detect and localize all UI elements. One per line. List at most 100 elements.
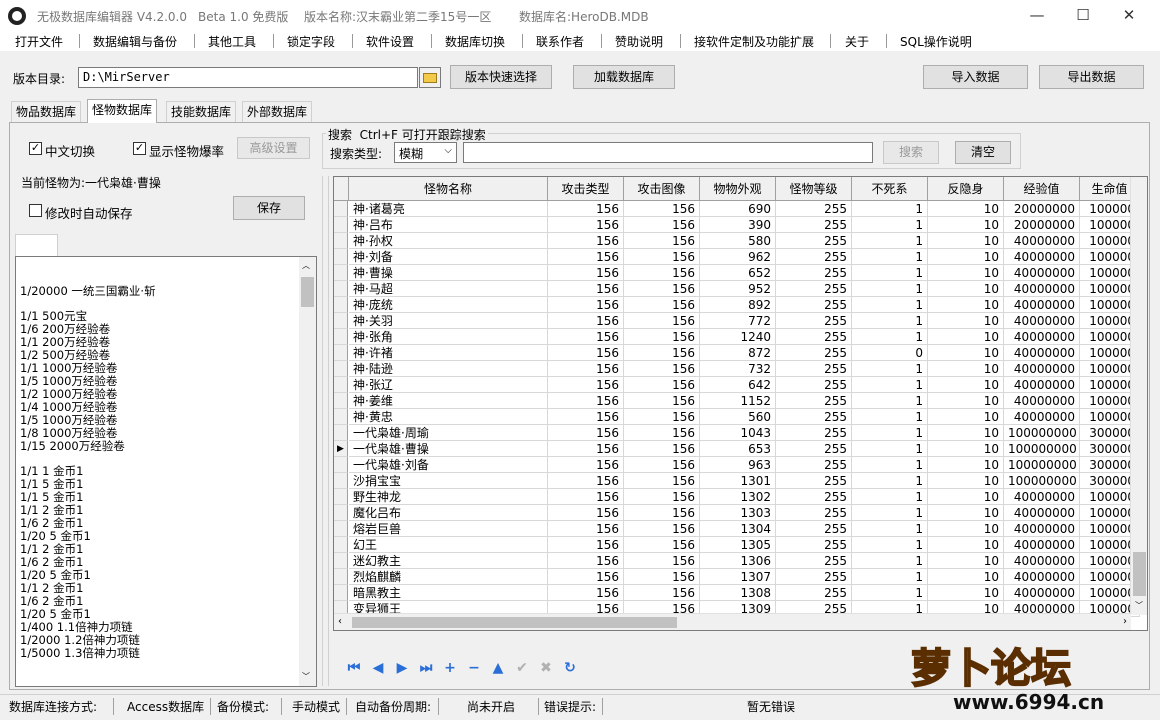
table-cell[interactable]: 156 bbox=[548, 473, 624, 489]
table-cell[interactable]: 1 bbox=[852, 409, 928, 425]
table-cell[interactable]: 156 bbox=[548, 345, 624, 361]
menu-db-switch[interactable]: 数据库切换 bbox=[445, 33, 505, 50]
table-cell[interactable]: 156 bbox=[548, 457, 624, 473]
table-cell[interactable]: 10 bbox=[928, 473, 1004, 489]
table-cell[interactable]: 40000000 bbox=[1004, 505, 1080, 521]
table-cell[interactable]: 1 bbox=[852, 297, 928, 313]
table-cell[interactable]: 255 bbox=[776, 217, 852, 233]
table-cell[interactable]: 255 bbox=[776, 553, 852, 569]
table-cell[interactable]: 20000000 bbox=[1004, 201, 1080, 217]
table-cell[interactable]: 神·曹操 bbox=[349, 265, 548, 281]
import-data-button[interactable]: 导入数据 bbox=[923, 65, 1028, 89]
table-cell[interactable]: 40000000 bbox=[1004, 297, 1080, 313]
autosave-checkbox[interactable] bbox=[29, 204, 42, 217]
table-cell[interactable]: 156 bbox=[548, 313, 624, 329]
table-cell[interactable]: 10 bbox=[928, 345, 1004, 361]
table-cell[interactable]: 255 bbox=[776, 441, 852, 457]
table-cell[interactable]: 神·刘备 bbox=[349, 249, 548, 265]
row-indicator[interactable] bbox=[334, 489, 348, 505]
table-cell[interactable]: 690 bbox=[700, 201, 776, 217]
table-cell[interactable]: 神·姜维 bbox=[349, 393, 548, 409]
table-cell[interactable]: 156 bbox=[624, 249, 700, 265]
scroll-up-icon[interactable]: ︿ bbox=[302, 260, 310, 271]
table-cell[interactable]: 1 bbox=[852, 249, 928, 265]
table-cell[interactable]: 10 bbox=[928, 233, 1004, 249]
table-cell[interactable]: 1305 bbox=[700, 537, 776, 553]
table-cell[interactable]: 1 bbox=[852, 425, 928, 441]
table-cell[interactable]: 1 bbox=[852, 217, 928, 233]
table-cell[interactable]: 1 bbox=[852, 521, 928, 537]
drop-list-tab[interactable] bbox=[15, 234, 58, 256]
table-cell[interactable]: 10 bbox=[928, 457, 1004, 473]
table-cell[interactable]: 156 bbox=[548, 425, 624, 441]
menu-other-tools[interactable]: 其他工具 bbox=[208, 33, 256, 50]
table-cell[interactable]: 100000000 bbox=[1004, 457, 1080, 473]
splitter[interactable] bbox=[322, 176, 329, 686]
table-cell[interactable]: 156 bbox=[548, 217, 624, 233]
table-cell[interactable]: 390 bbox=[700, 217, 776, 233]
row-indicator[interactable] bbox=[334, 313, 348, 329]
table-cell[interactable]: 40000000 bbox=[1004, 249, 1080, 265]
maximize-button[interactable]: ☐ bbox=[1060, 0, 1106, 31]
tab-monster-db[interactable]: 怪物数据库 bbox=[87, 99, 158, 123]
table-cell[interactable]: 1 bbox=[852, 313, 928, 329]
table-cell[interactable]: 156 bbox=[624, 473, 700, 489]
table-cell[interactable]: 100000000 bbox=[1004, 425, 1080, 441]
table-cell[interactable]: 沙捐宝宝 bbox=[349, 473, 548, 489]
table-cell[interactable]: 迷幻教主 bbox=[349, 553, 548, 569]
table-cell[interactable]: 40000000 bbox=[1004, 489, 1080, 505]
insert-record-icon[interactable]: + bbox=[442, 660, 458, 676]
table-column-header[interactable]: 怪物名称 bbox=[349, 177, 548, 201]
table-cell[interactable]: 255 bbox=[776, 537, 852, 553]
table-cell[interactable]: 156 bbox=[548, 489, 624, 505]
menu-open-file[interactable]: 打开文件 bbox=[15, 33, 63, 50]
table-cell[interactable]: 156 bbox=[624, 201, 700, 217]
table-cell[interactable]: 156 bbox=[624, 521, 700, 537]
table-cell[interactable]: 1152 bbox=[700, 393, 776, 409]
prior-record-icon[interactable]: ◀ bbox=[370, 660, 386, 676]
table-cell[interactable]: 156 bbox=[624, 489, 700, 505]
table-cell[interactable]: 神·关羽 bbox=[349, 313, 548, 329]
table-cell[interactable]: 156 bbox=[548, 297, 624, 313]
table-cell[interactable]: 100000000 bbox=[1004, 441, 1080, 457]
table-cell[interactable]: 156 bbox=[624, 265, 700, 281]
table-cell[interactable]: 255 bbox=[776, 409, 852, 425]
delete-record-icon[interactable]: − bbox=[466, 660, 482, 676]
table-cell[interactable]: 40000000 bbox=[1004, 537, 1080, 553]
table-cell[interactable]: 156 bbox=[624, 569, 700, 585]
table-cell[interactable]: 0 bbox=[852, 345, 928, 361]
table-cell[interactable]: 10 bbox=[928, 521, 1004, 537]
table-cell[interactable]: 40000000 bbox=[1004, 345, 1080, 361]
table-cell[interactable]: 幻王 bbox=[349, 537, 548, 553]
table-cell[interactable]: 653 bbox=[700, 441, 776, 457]
table-cell[interactable]: 156 bbox=[624, 441, 700, 457]
table-cell[interactable]: 10 bbox=[928, 393, 1004, 409]
table-cell[interactable]: 魔化吕布 bbox=[349, 505, 548, 521]
table-cell[interactable]: 10 bbox=[928, 313, 1004, 329]
table-cell[interactable]: 10 bbox=[928, 329, 1004, 345]
table-cell[interactable]: 255 bbox=[776, 201, 852, 217]
version-quick-select-button[interactable]: 版本快速选择 bbox=[450, 65, 552, 89]
search-input[interactable] bbox=[463, 142, 873, 163]
table-cell[interactable]: 732 bbox=[700, 361, 776, 377]
table-cell[interactable]: 1 bbox=[852, 281, 928, 297]
table-cell[interactable]: 156 bbox=[548, 537, 624, 553]
row-indicator[interactable] bbox=[334, 249, 348, 265]
table-cell[interactable]: 156 bbox=[548, 393, 624, 409]
table-cell[interactable]: 255 bbox=[776, 281, 852, 297]
table-cell[interactable]: 神·陆逊 bbox=[349, 361, 548, 377]
table-hscroll-thumb[interactable] bbox=[352, 617, 677, 628]
table-cell[interactable]: 580 bbox=[700, 233, 776, 249]
table-cell[interactable]: 40000000 bbox=[1004, 329, 1080, 345]
table-cell[interactable]: 1308 bbox=[700, 585, 776, 601]
minimize-button[interactable]: — bbox=[1014, 0, 1060, 31]
scroll-down-icon[interactable]: ﹀ bbox=[302, 671, 310, 682]
table-cell[interactable]: 40000000 bbox=[1004, 377, 1080, 393]
table-cell[interactable]: 10 bbox=[928, 489, 1004, 505]
row-indicator[interactable] bbox=[334, 409, 348, 425]
table-cell[interactable]: 神·庞统 bbox=[349, 297, 548, 313]
table-cell[interactable]: 255 bbox=[776, 249, 852, 265]
table-cell[interactable]: 952 bbox=[700, 281, 776, 297]
table-cell[interactable]: 10 bbox=[928, 361, 1004, 377]
edit-record-icon[interactable]: ▲ bbox=[490, 660, 506, 676]
